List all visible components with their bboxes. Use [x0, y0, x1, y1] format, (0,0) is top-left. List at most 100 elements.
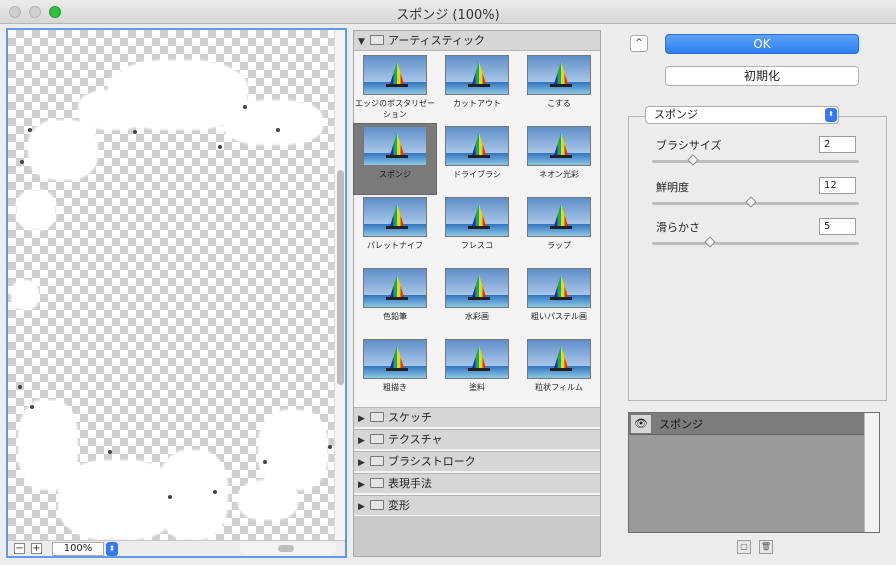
category-sketch[interactable]: ▶ スケッチ	[354, 407, 600, 427]
category-label: ブラシストローク	[388, 455, 476, 468]
filter-preview-image	[527, 268, 591, 308]
brush-size-label: ブラシサイズ	[656, 139, 722, 152]
triangle-down-icon: ▼	[358, 37, 365, 47]
brush-size-slider[interactable]	[652, 154, 859, 166]
filter-label: 色鉛筆	[383, 312, 407, 321]
filter-label: カットアウト	[453, 99, 501, 108]
filter-preview-image	[527, 339, 591, 379]
filter-preview-image	[445, 126, 509, 166]
filter-thumbnail[interactable]: ネオン光彩	[518, 124, 600, 194]
filter-preview-image	[363, 55, 427, 95]
folder-icon	[370, 434, 384, 444]
filter-label: パレットナイフ	[367, 241, 423, 250]
zoom-dropdown-icon[interactable]: ⬍	[106, 542, 118, 556]
smoothness-slider[interactable]	[652, 236, 859, 248]
folder-icon	[370, 456, 384, 466]
filter-label: ネオン光彩	[539, 170, 579, 179]
preview-canvas[interactable]	[8, 30, 334, 540]
preview-horizontal-scrollbar[interactable]	[240, 543, 336, 554]
category-distort[interactable]: ▶ 変形	[354, 495, 600, 515]
filter-preview-image	[527, 126, 591, 166]
filter-thumbnail[interactable]: ドライブラシ	[436, 124, 518, 194]
category-label: 変形	[388, 499, 410, 512]
filter-thumbnail[interactable]: 粗いパステル画	[518, 266, 600, 336]
brush-size-input[interactable]: 2	[819, 136, 856, 153]
sharpness-label: 鮮明度	[656, 181, 689, 194]
preview-vertical-scrollbar[interactable]	[334, 30, 345, 540]
category-texture[interactable]: ▶ テクスチャ	[354, 429, 600, 449]
filter-label: 塗料	[469, 383, 485, 392]
category-artistic[interactable]: ▼ アーティスティック	[354, 31, 600, 51]
triangle-right-icon: ▶	[358, 480, 365, 490]
zoom-in-button[interactable]: +	[31, 543, 42, 554]
filter-preview-image	[527, 55, 591, 95]
filter-thumbnail[interactable]: こする	[518, 53, 600, 123]
filter-thumbnail[interactable]: 水彩画	[436, 266, 518, 336]
collapse-gallery-button[interactable]: ^	[630, 35, 648, 52]
smoothness-input[interactable]: 5	[819, 218, 856, 235]
gallery-empty-area	[354, 516, 600, 556]
triangle-right-icon: ▶	[358, 458, 365, 468]
category-brush-strokes[interactable]: ▶ ブラシストローク	[354, 451, 600, 471]
smoothness-label: 滑らかさ	[656, 221, 700, 234]
select-arrows-icon: ⬍	[825, 108, 837, 122]
category-label: アーティスティック	[388, 34, 486, 47]
sharpness-input[interactable]: 12	[819, 177, 856, 194]
preview-vertical-scroll-thumb[interactable]	[337, 170, 344, 385]
eye-icon[interactable]: 👁	[630, 414, 652, 434]
filter-label: 粗描き	[383, 383, 407, 392]
zoom-level-field[interactable]: 100%	[52, 542, 104, 556]
filter-thumbnail[interactable]: スポンジ	[353, 123, 437, 195]
filter-thumbnail[interactable]: 粒状フィルム	[518, 337, 600, 407]
preview-horizontal-scroll-thumb[interactable]	[278, 545, 294, 552]
category-label: スケッチ	[388, 411, 432, 424]
effect-layers-panel: 👁 スポンジ	[628, 412, 880, 533]
new-effect-layer-icon[interactable]: ▢	[737, 540, 751, 554]
filter-select-value: スポンジ	[654, 108, 698, 121]
filter-select[interactable]: スポンジ ⬍	[645, 106, 839, 124]
ok-button[interactable]: OK	[665, 34, 859, 54]
sharpness-slider[interactable]	[652, 196, 859, 208]
filter-preview-image	[445, 197, 509, 237]
filter-thumbnail[interactable]: 色鉛筆	[354, 266, 436, 336]
filter-thumbnail[interactable]: フレスコ	[436, 195, 518, 265]
filter-preview-image	[363, 268, 427, 308]
filter-label: 水彩画	[465, 312, 489, 321]
filter-preview-image	[445, 339, 509, 379]
zoom-out-button[interactable]: −	[14, 543, 25, 554]
filter-thumbnail[interactable]: 塗料	[436, 337, 518, 407]
filter-label: スポンジ	[379, 170, 411, 179]
filter-thumbnail[interactable]: エッジのポスタリゼーション	[354, 53, 436, 123]
effect-layer-name: スポンジ	[659, 418, 703, 431]
filter-label: 粒状フィルム	[535, 383, 583, 392]
folder-icon	[370, 412, 384, 422]
filter-label: ドライブラシ	[453, 170, 501, 179]
category-stylize[interactable]: ▶ 表現手法	[354, 473, 600, 493]
filter-label: 粗いパステル画	[531, 312, 587, 321]
preview-bottom-bar: − + 100% ⬍	[8, 540, 345, 556]
preview-pane[interactable]: − + 100% ⬍	[6, 28, 347, 558]
triangle-right-icon: ▶	[358, 436, 365, 446]
layers-scrollbar[interactable]	[864, 413, 879, 532]
filter-label: フレスコ	[461, 241, 493, 250]
trash-icon[interactable]: 🗑	[759, 540, 773, 554]
triangle-right-icon: ▶	[358, 414, 365, 424]
filter-thumbnails: エッジのポスタリゼーション カットアウト こするスポンジ ドライブラシ ネオン光彩パレッ…	[353, 53, 600, 407]
filter-preview-image	[363, 339, 427, 379]
filter-settings-box	[628, 116, 887, 401]
reset-button[interactable]: 初期化	[665, 66, 859, 86]
filter-label: ラップ	[547, 241, 571, 250]
filter-thumbnail[interactable]: カットアウト	[436, 53, 518, 123]
filter-preview-image	[527, 197, 591, 237]
filter-thumbnail[interactable]: ラップ	[518, 195, 600, 265]
effect-layer-row[interactable]: 👁 スポンジ	[629, 413, 864, 435]
filter-thumbnail[interactable]: パレットナイフ	[354, 195, 436, 265]
triangle-right-icon: ▶	[358, 502, 365, 512]
category-label: テクスチャ	[388, 433, 443, 446]
filter-thumbnail[interactable]: 粗描き	[354, 337, 436, 407]
folder-icon	[370, 35, 384, 45]
filter-preview-image	[363, 126, 427, 166]
title-bar: スポンジ (100%)	[0, 0, 896, 24]
folder-icon	[370, 500, 384, 510]
filter-gallery: ▼ アーティスティック エッジのポスタリゼーション カットアウト こするスポンジ ドライ…	[353, 30, 601, 557]
